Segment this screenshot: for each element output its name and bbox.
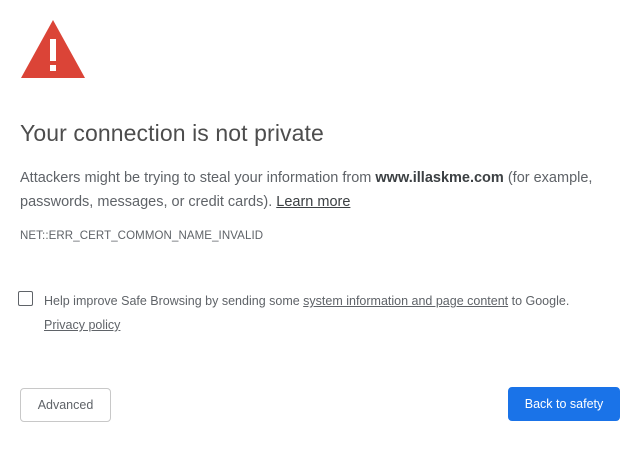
safe-browsing-checkbox[interactable] xyxy=(18,291,33,306)
description-text-before: Attackers might be trying to steal your … xyxy=(20,170,376,186)
advanced-button[interactable]: Advanced xyxy=(20,388,111,422)
site-domain: www.illaskme.com xyxy=(375,170,504,186)
page-title: Your connection is not private xyxy=(20,120,324,146)
privacy-policy-link[interactable]: Privacy policy xyxy=(44,318,120,332)
safe-browsing-label: Help improve Safe Browsing by sending so… xyxy=(44,289,624,337)
back-to-safety-button[interactable]: Back to safety xyxy=(508,387,620,421)
error-code[interactable]: NET::ERR_CERT_COMMON_NAME_INVALID xyxy=(20,230,263,242)
optin-text-after: to Google. xyxy=(508,294,570,308)
interstitial-page: Your connection is not private Attackers… xyxy=(0,0,631,450)
warning-triangle-icon xyxy=(21,20,85,78)
system-info-link[interactable]: system information and page content xyxy=(303,294,508,308)
description: Attackers might be trying to steal your … xyxy=(20,166,626,214)
learn-more-link[interactable]: Learn more xyxy=(276,194,350,210)
optin-text-before: Help improve Safe Browsing by sending so… xyxy=(44,294,304,308)
